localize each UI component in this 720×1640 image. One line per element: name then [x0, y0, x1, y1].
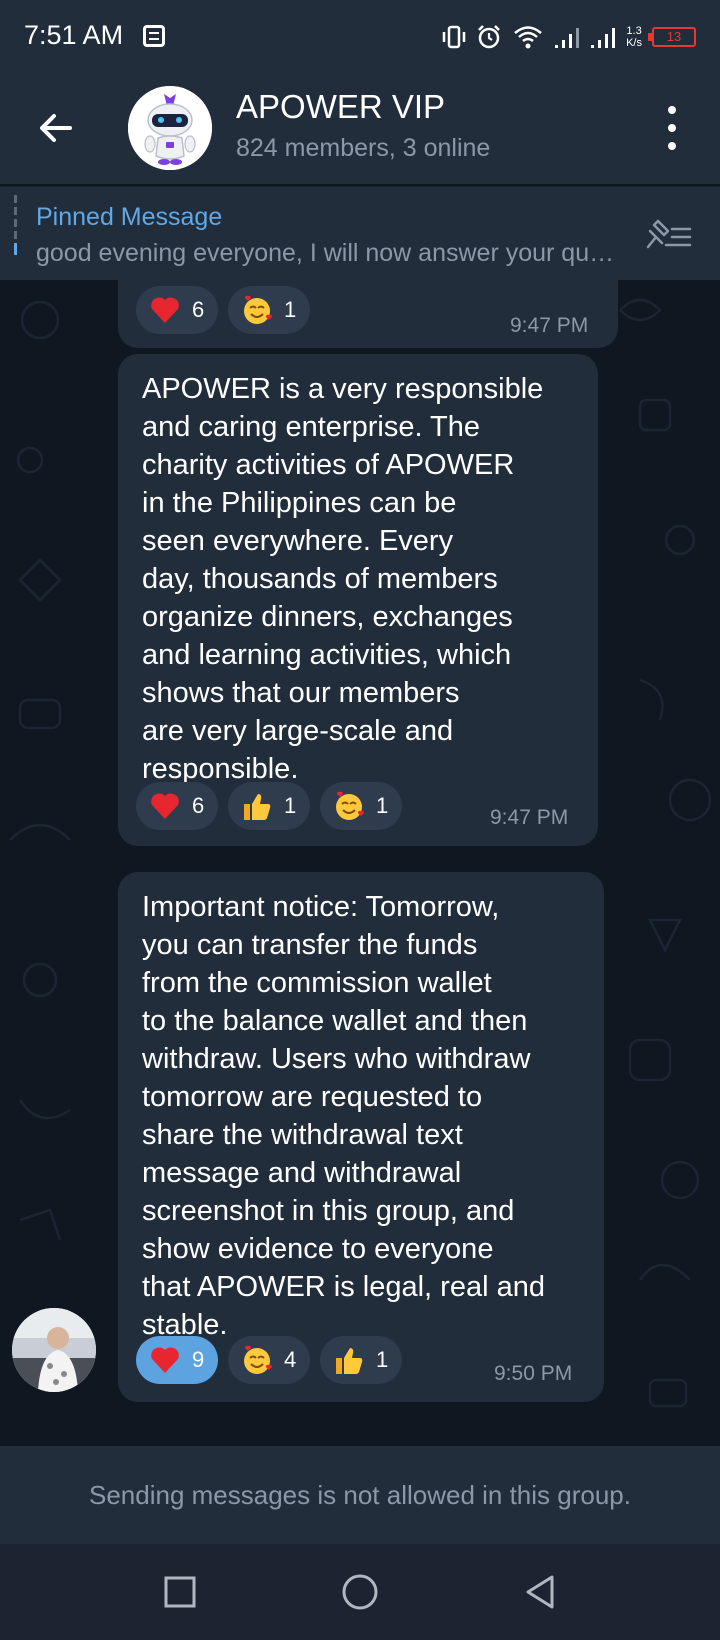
heart-emoji-icon [151, 793, 179, 819]
robot-logo-icon [128, 86, 212, 170]
pinned-list-icon[interactable] [644, 217, 694, 253]
group-member-count: 824 members, 3 online [236, 134, 491, 162]
back-nav-icon[interactable] [520, 1572, 560, 1612]
reaction-smiling-hearts[interactable]: 1 [320, 782, 402, 830]
message-text: APOWER is a very responsible and caring … [142, 373, 544, 785]
reaction-list: 6 1 [136, 286, 310, 334]
reaction-count: 6 [192, 297, 205, 322]
reaction-thumbs-up[interactable]: 1 [320, 1336, 402, 1384]
message-bubble[interactable]: Important notice: Tomorrow, you can tran… [118, 872, 604, 1402]
message-text: Important notice: Tomorrow, you can tran… [142, 891, 545, 1341]
status-time: 7:51 AM [24, 20, 124, 50]
user-photo-icon [12, 1308, 96, 1392]
sender-avatar[interactable] [12, 1308, 96, 1392]
smiling-face-with-hearts-icon [244, 295, 273, 324]
reaction-count: 6 [192, 793, 205, 818]
composer-disabled-bar: Sending messages is not allowed in this … [0, 1446, 720, 1544]
message-list[interactable]: 6 1 9:47 PM APOWER is a very responsible… [0, 280, 720, 1446]
group-avatar[interactable] [128, 86, 212, 170]
signal-icon-2 [591, 28, 616, 48]
smiling-face-with-hearts-icon [244, 1345, 273, 1374]
reaction-list: 6 1 1 [136, 782, 402, 830]
reaction-heart[interactable]: 6 [136, 286, 218, 334]
reaction-count: 9 [192, 1347, 205, 1372]
heart-emoji-icon [151, 1347, 179, 1373]
message-time: 9:47 PM [510, 314, 589, 337]
pinned-title: Pinned Message [36, 203, 223, 231]
message-bubble[interactable]: APOWER is a very responsible and caring … [118, 354, 598, 846]
message-bubble[interactable]: 6 1 9:47 PM [118, 280, 618, 348]
reaction-thumbs-up[interactable]: 1 [228, 782, 310, 830]
reaction-heart[interactable]: 6 [136, 782, 218, 830]
pinned-preview: good evening everyone, I will now answer… [36, 239, 626, 267]
reaction-count: 4 [284, 1347, 297, 1372]
alarm-icon [478, 25, 500, 49]
more-options-icon[interactable] [660, 106, 684, 150]
reaction-heart-selected[interactable]: 9 [136, 1336, 218, 1384]
smiling-face-with-hearts-icon [336, 791, 365, 820]
notification-icon [143, 25, 165, 47]
chat-header: APOWER VIP 824 members, 3 online [0, 72, 720, 184]
reaction-count: 1 [284, 793, 297, 818]
thumbs-up-emoji-icon [336, 1348, 363, 1374]
heart-emoji-icon [151, 297, 179, 323]
pinned-message-bar[interactable]: Pinned Message good evening everyone, I … [0, 186, 720, 280]
sending-not-allowed-text: Sending messages is not allowed in this … [89, 1480, 631, 1510]
status-icons: 1.3 K/s 13 [442, 22, 696, 52]
recent-apps-icon[interactable] [160, 1572, 200, 1612]
vibrate-icon [442, 25, 466, 49]
wifi-icon [514, 26, 542, 49]
signal-icon [555, 28, 580, 48]
reaction-count: 1 [376, 793, 389, 818]
speed-unit: K/s [626, 37, 642, 49]
thumbs-up-emoji-icon [244, 794, 271, 820]
status-bar: 7:51 AM 1.3 K/s 13 [0, 0, 720, 72]
reaction-count: 1 [376, 1347, 389, 1372]
home-icon[interactable] [340, 1572, 380, 1612]
system-navigation-bar [0, 1544, 720, 1640]
message-time: 9:47 PM [490, 806, 569, 829]
battery-level: 13 [666, 29, 682, 44]
back-arrow-icon[interactable] [36, 108, 76, 148]
pinned-indicator [14, 195, 18, 269]
reaction-smiling-hearts[interactable]: 4 [228, 1336, 310, 1384]
message-time: 9:50 PM [494, 1362, 573, 1385]
network-speed: 1.3 K/s [626, 25, 642, 49]
reaction-count: 1 [284, 297, 297, 322]
reaction-smiling-hearts[interactable]: 1 [228, 286, 310, 334]
battery-icon: 13 [648, 27, 696, 47]
reaction-list: 9 4 1 [136, 1336, 402, 1384]
group-title[interactable]: APOWER VIP [236, 88, 445, 126]
speed-value: 1.3 [626, 25, 642, 37]
